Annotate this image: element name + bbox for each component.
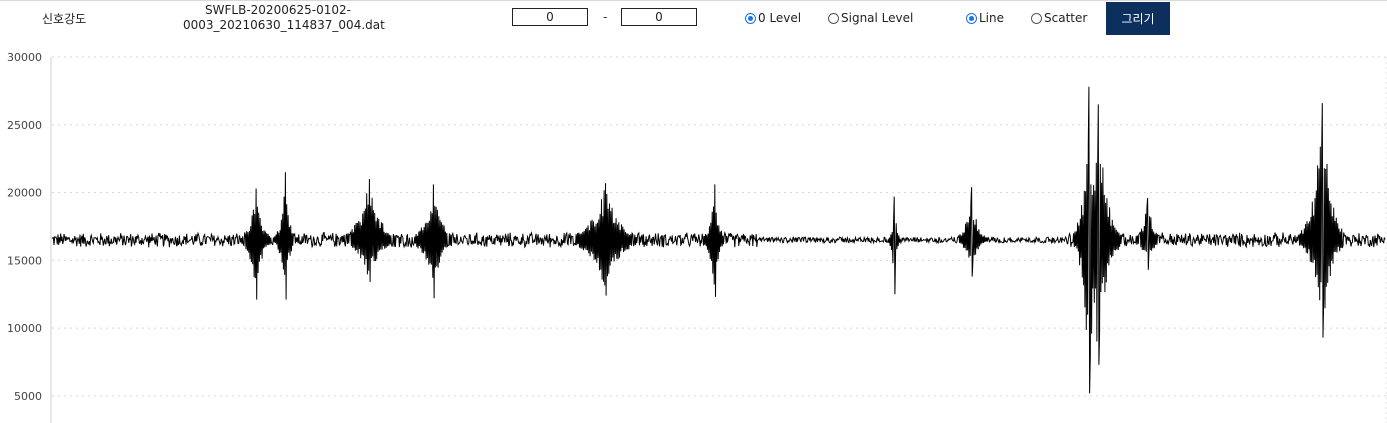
range-start-input[interactable] — [512, 8, 588, 26]
range-separator: - — [603, 10, 608, 24]
radio-zero-level[interactable]: 0 Level — [745, 11, 801, 25]
radio-scatter-label: Scatter — [1044, 11, 1088, 25]
range-end-input[interactable] — [621, 8, 697, 26]
radio-zero-level-label: 0 Level — [758, 11, 802, 25]
radio-line[interactable]: Line — [966, 11, 1004, 25]
radio-line-label: Line — [979, 11, 1005, 25]
file-name: SWFLB-20200625-0102- 0003_20210630_11483… — [183, 3, 385, 33]
radio-signal-level-indicator[interactable] — [828, 12, 839, 24]
y-tick-label: 5000 — [14, 390, 42, 403]
radio-zero-level-indicator[interactable] — [745, 12, 756, 24]
y-tick-label: 15000 — [7, 254, 42, 267]
radio-scatter[interactable]: Scatter — [1031, 11, 1087, 25]
top-border — [0, 0, 1387, 1]
draw-button[interactable]: 그리기 — [1106, 2, 1170, 35]
y-tick-label: 25000 — [7, 119, 42, 132]
file-name-line2: 0003_20210630_114837_004.dat — [183, 18, 385, 32]
file-name-line1: SWFLB-20200625-0102- — [205, 3, 351, 17]
radio-signal-level-label: Signal Level — [841, 11, 914, 25]
y-tick-label: 20000 — [7, 187, 42, 200]
y-tick-label: 10000 — [7, 322, 42, 335]
chart-title: 신호강도 — [42, 12, 87, 26]
radio-signal-level[interactable]: Signal Level — [828, 11, 913, 25]
y-tick-label: 30000 — [7, 51, 42, 64]
signal-series-line — [51, 86, 1386, 394]
radio-scatter-indicator[interactable] — [1031, 12, 1042, 24]
radio-line-indicator[interactable] — [966, 12, 977, 24]
signal-chart: 30000 25000 20000 15000 10000 5000 — [7, 51, 1387, 423]
